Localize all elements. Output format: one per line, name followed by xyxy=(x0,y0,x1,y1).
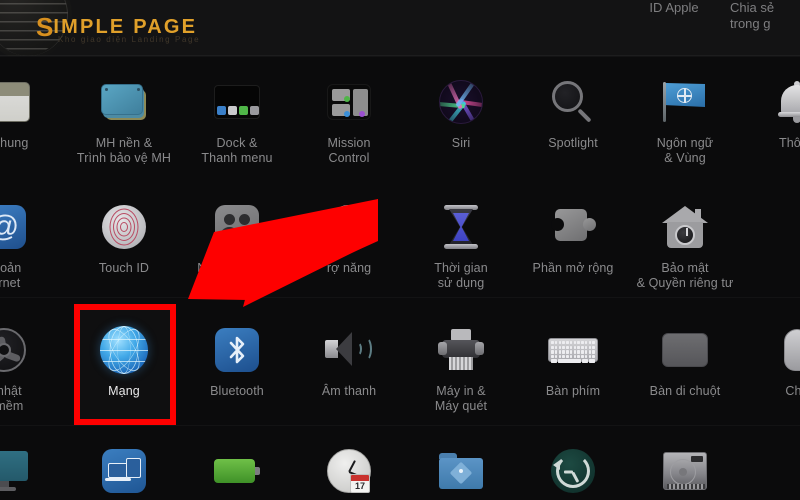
fingerprint-icon xyxy=(96,199,152,255)
pref-item-extensions[interactable]: Phần mở rộng xyxy=(517,199,629,276)
pref-item-sound[interactable]: Âm thanh xyxy=(293,322,405,399)
pref-item-spotlight[interactable]: Spotlight xyxy=(517,74,629,151)
software-update-gear-icon xyxy=(0,322,32,378)
siri-icon xyxy=(433,74,489,130)
pref-item-mouse[interactable]: Chu xyxy=(741,322,800,399)
pref-item-label: p nhật n mềm xyxy=(0,384,24,413)
keyboard-icon xyxy=(545,322,601,378)
pref-item-software-update[interactable]: p nhật n mềm xyxy=(0,322,60,414)
pref-item-bluetooth[interactable]: Bluetooth xyxy=(181,322,293,399)
sharing-folder-icon xyxy=(433,443,489,499)
display-monitor-icon xyxy=(0,443,32,499)
pref-item-trackpad[interactable]: Bàn di chuột xyxy=(629,322,741,399)
pref-item-battery[interactable] xyxy=(181,443,293,499)
pref-item-label: MH nền & Trình bảo vệ MH xyxy=(76,136,172,165)
pref-item-internet-accounts[interactable]: @ khoản ternet xyxy=(0,199,60,291)
pref-item-language[interactable]: Ngôn ngữ & Vùng xyxy=(629,74,741,166)
pref-item-label: Touch ID xyxy=(98,261,150,275)
dock-menubar-icon xyxy=(209,74,265,130)
hourglass-icon xyxy=(433,199,489,255)
pref-item-label: Bàn phím xyxy=(545,384,601,398)
bluetooth-icon xyxy=(209,322,265,378)
mouse-icon xyxy=(769,322,800,378)
pref-item-sidecar[interactable] xyxy=(68,443,180,499)
pref-item-label: Người dùng & xyxy=(197,261,277,275)
desktop-screensaver-icon xyxy=(96,74,152,130)
pref-item-label: Siri xyxy=(451,136,471,150)
pref-item-printers[interactable]: Máy in & Máy quét xyxy=(405,322,517,414)
language-region-flag-icon xyxy=(657,74,713,130)
pref-item-mission-control[interactable]: Mission Control xyxy=(293,74,405,166)
startup-disk-icon xyxy=(657,443,713,499)
pref-item-label: Phần mở rộng xyxy=(532,261,614,275)
notifications-bell-icon xyxy=(769,74,800,130)
at-sign-icon: @ xyxy=(0,199,32,255)
pref-item-siri[interactable]: Siri xyxy=(405,74,517,151)
pref-item-label: Máy in & Máy quét xyxy=(434,384,488,413)
pref-item-label: Chu xyxy=(785,384,800,398)
trackpad-icon xyxy=(657,322,713,378)
pref-item-label: khoản ternet xyxy=(0,261,22,290)
pref-item-security[interactable]: Bảo mật & Quyền riêng tư xyxy=(629,199,741,291)
pref-item-label: Spotlight xyxy=(548,136,598,150)
pref-item-label: Ngôn ngữ & Vùng xyxy=(656,136,714,165)
pref-item-label: Bảo mật & Quyền riêng tư xyxy=(636,261,734,290)
date-time-clock-icon: 17 xyxy=(321,443,377,499)
pref-item-general[interactable]: ặt chung xyxy=(0,74,60,151)
pref-item-keyboard[interactable]: Bàn phím xyxy=(517,322,629,399)
security-house-lock-icon xyxy=(657,199,713,255)
pref-item-label: Mission Control xyxy=(327,136,371,165)
pref-item-label: Dock & Thanh menu xyxy=(201,136,273,165)
pref-item-label: Thông xyxy=(779,136,800,150)
pref-item-desktop[interactable]: MH nền & Trình bảo vệ MH xyxy=(68,74,180,166)
speaker-sound-icon xyxy=(321,322,377,378)
pref-item-touch-id[interactable]: Touch ID xyxy=(68,199,180,276)
users-groups-icon xyxy=(209,199,265,255)
pref-item-time-machine[interactable] xyxy=(517,443,629,499)
row-divider-2 xyxy=(0,297,800,298)
pref-item-label: Âm thanh xyxy=(321,384,377,398)
pref-item-screen-time[interactable]: Thời gian sử dụng xyxy=(405,199,517,291)
printer-scanner-icon xyxy=(433,322,489,378)
screenshot-root: S IMPLE PAGE Kho giao diện Landing Page … xyxy=(0,0,800,500)
pref-item-date-time[interactable]: 17 xyxy=(293,443,405,499)
pref-item-notifications[interactable]: Thông xyxy=(741,74,800,151)
spotlight-magnifier-icon xyxy=(545,74,601,130)
network-globe-icon xyxy=(96,322,152,378)
pref-item-startup-disk[interactable] xyxy=(629,443,741,499)
pref-item-label: Thời gian sử dụng xyxy=(434,261,488,290)
pref-item-label: Bàn di chuột xyxy=(649,384,721,398)
sidecar-icon xyxy=(96,443,152,499)
row-divider-3 xyxy=(0,425,800,426)
mission-control-icon xyxy=(321,74,377,130)
general-window-icon xyxy=(0,74,32,130)
time-machine-icon xyxy=(545,443,601,499)
pref-item-displays[interactable] xyxy=(0,443,60,499)
accessibility-icon xyxy=(321,199,377,255)
pref-item-dock[interactable]: Dock & Thanh menu xyxy=(181,74,293,166)
pref-item-users-groups[interactable]: Người dùng & xyxy=(181,199,293,276)
pref-item-apple-id-label[interactable]: ID Apple xyxy=(618,0,730,16)
pref-item-label: rợ năng xyxy=(326,261,372,275)
pref-item-accessibility[interactable]: rợ năng xyxy=(293,199,405,276)
top-cutoff-row: ID Apple Chia sẻ trong g xyxy=(0,0,800,56)
pref-item-sharing[interactable] xyxy=(405,443,517,499)
pref-item-family-sharing-label[interactable]: Chia sẻ trong g xyxy=(730,0,800,32)
puzzle-piece-icon xyxy=(545,199,601,255)
pref-item-label: ặt chung xyxy=(0,136,29,150)
battery-icon xyxy=(209,443,265,499)
pref-item-label: Bluetooth xyxy=(210,384,264,398)
preferences-grid: ặt chung MH nền & Trình bảo vệ MH xyxy=(0,56,800,500)
pref-item-label: Mạng xyxy=(108,384,140,398)
row-divider-1 xyxy=(0,56,800,57)
pref-item-network[interactable]: Mạng xyxy=(68,322,180,399)
